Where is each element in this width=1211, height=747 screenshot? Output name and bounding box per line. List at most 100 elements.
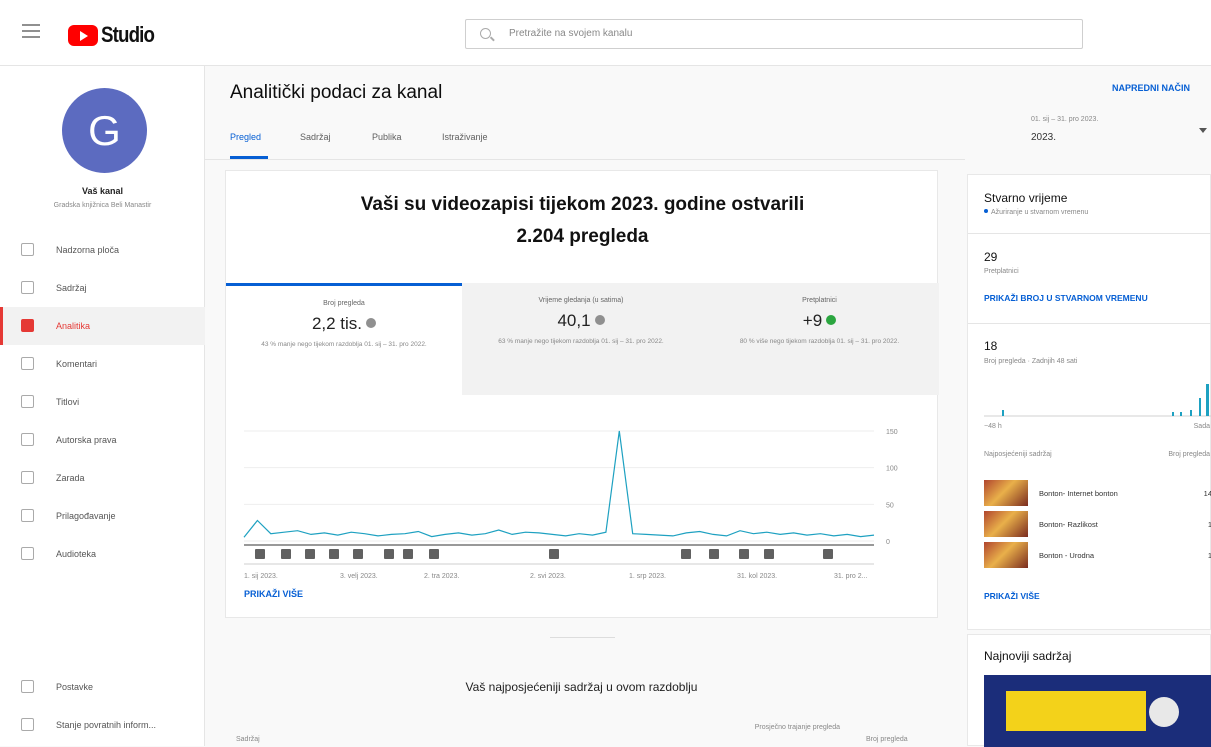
thumbnail-graphic	[1149, 697, 1179, 727]
sidebar-item-label: Stanje povratnih inform...	[56, 720, 157, 730]
metric-label: Pretplatnici	[802, 297, 837, 304]
realtime-card: Stvarno vrijeme Ažuriranje u stvarnom vr…	[967, 174, 1211, 630]
sidebar-item-label: Analitika	[56, 321, 91, 331]
advanced-mode-link[interactable]: NAPREDNI NAČIN	[1112, 83, 1190, 93]
list-item[interactable]: Bonton- Internet bonton 14	[984, 480, 1211, 506]
info-icon[interactable]	[366, 318, 377, 328]
video-title: Bonton- Razlikost	[1039, 520, 1098, 529]
page-title: Analitički podaci za kanal	[230, 82, 443, 103]
overview-headline: Vaši su videozapisi tijekom 2023. godine…	[226, 189, 939, 253]
video-marker-icon	[384, 549, 394, 559]
top-content-label: Najposjećeniji sadržaj	[984, 451, 1052, 458]
video-title: Bonton - Urodna	[1039, 551, 1095, 560]
sidebar-item-comments[interactable]: Komentari	[0, 345, 205, 383]
sidebar-item-label: Titlovi	[56, 397, 80, 407]
x-tick-label: 3. velj 2023.	[340, 573, 378, 580]
sidebar-item-label: Autorska prava	[56, 435, 117, 445]
sidebar-item-monetization[interactable]: Zarada	[0, 459, 205, 497]
sidebar-item-settings[interactable]: Postavke	[0, 668, 205, 706]
video-views: 14	[1203, 489, 1211, 498]
bar	[1199, 398, 1201, 416]
y-tick-label: 50	[886, 502, 894, 509]
views-line-chart[interactable]: 150 100 50 0 1. sij 2023. 3. velj 2023. 2. tra…	[234, 411, 934, 586]
x-tick-label: 2. tra 2023.	[424, 573, 459, 580]
video-marker-icon	[739, 549, 749, 559]
date-range-value[interactable]: 2023.	[1031, 132, 1056, 143]
show-more-link[interactable]: PRIKAŽI VIŠE	[244, 589, 303, 599]
bar	[1206, 384, 1209, 416]
channel-name: Vaš kanal	[81, 186, 124, 196]
video-marker-icon	[681, 549, 691, 559]
metric-tabs: Broj pregleda 2,2 tis. 43 % manje nego t…	[226, 283, 939, 395]
top-bar: Studio Pretražite na svojem kanalu	[0, 0, 1211, 66]
list-item[interactable]: Bonton - Urodna 1	[984, 542, 1211, 568]
sidebar-item-customization[interactable]: Prilagođavanje	[0, 497, 205, 535]
metric-value: +9	[700, 311, 939, 331]
feedback-icon	[21, 718, 34, 731]
list-item[interactable]: Bonton- Razlikost 1	[984, 511, 1211, 537]
divider	[968, 233, 1211, 234]
chevron-down-icon[interactable]	[1199, 128, 1207, 133]
video-marker-icon	[305, 549, 315, 559]
video-marker-icon	[709, 549, 719, 559]
metric-value: 40,1	[462, 311, 700, 331]
x-tick-label: 31. pro 2...	[834, 573, 868, 580]
sidebar-item-label: Audioteka	[56, 549, 97, 559]
thumbnail-graphic	[1006, 691, 1146, 731]
search-input[interactable]: Pretražite na svojem kanalu	[465, 19, 1083, 49]
sidebar-item-content[interactable]: Sadržaj	[0, 269, 205, 307]
settings-icon	[21, 680, 34, 693]
headline-line-1: Vaši su videozapisi tijekom 2023. godine…	[360, 194, 805, 215]
x-tick-label: 1. srp 2023.	[629, 573, 666, 580]
video-marker-icon	[281, 549, 291, 559]
bar	[1002, 410, 1004, 416]
info-icon[interactable]	[594, 315, 605, 325]
column-header-content: Sadržaj	[236, 736, 260, 743]
tab-research[interactable]: Istraživanje	[442, 132, 488, 142]
metric-views[interactable]: Broj pregleda 2,2 tis. 43 % manje nego t…	[226, 283, 462, 395]
metric-watch-time[interactable]: Vrijeme gledanja (u satima) 40,1 63 % ma…	[462, 283, 700, 395]
date-range-label[interactable]: 01. sij – 31. pro 2023.	[1031, 116, 1098, 123]
video-title: Bonton- Internet bonton	[1039, 489, 1118, 498]
y-tick-label: 100	[886, 466, 898, 473]
section-divider	[550, 637, 615, 638]
realtime-subscribers-value: 29	[984, 250, 998, 264]
video-marker-icon	[429, 549, 439, 559]
menu-icon[interactable]	[22, 24, 40, 38]
youtube-studio-logo[interactable]: Studio	[68, 22, 163, 48]
search-icon	[480, 28, 491, 39]
sidebar-item-dashboard[interactable]: Nadzorna ploča	[0, 231, 205, 269]
headline-line-2: 2.204 pregleda	[516, 226, 649, 247]
tab-overview[interactable]: Pregled	[230, 132, 261, 142]
sidebar-item-analytics[interactable]: Analitika	[0, 307, 205, 345]
sidebar-item-feedback[interactable]: Stanje povratnih inform...	[0, 706, 205, 744]
x-tick-label: 2. svi 2023.	[530, 573, 566, 580]
up-arrow-icon[interactable]	[826, 315, 837, 325]
sidebar-item-subtitles[interactable]: Titlovi	[0, 383, 205, 421]
video-thumbnail	[984, 480, 1028, 506]
video-thumbnail	[984, 511, 1028, 537]
sidebar-item-label: Sadržaj	[56, 283, 87, 293]
channel-avatar[interactable]: G	[62, 88, 147, 173]
sidebar-item-copyright[interactable]: Autorska prava	[0, 421, 205, 459]
overview-card: Vaši su videozapisi tijekom 2023. godine…	[225, 170, 939, 618]
sidebar-item-audio-library[interactable]: Audioteka	[0, 535, 205, 573]
sidebar-item-label: Nadzorna ploča	[56, 245, 120, 255]
show-more-link[interactable]: PRIKAŽI VIŠE	[984, 591, 1040, 601]
logo-text: Studio	[101, 22, 155, 47]
realtime-bar-chart[interactable]	[984, 380, 1211, 420]
search-placeholder: Pretražite na svojem kanalu	[509, 28, 633, 39]
realtime-count-link[interactable]: PRIKAŽI BROJ U STVARNOM VREMENU	[984, 293, 1148, 303]
youtube-logo-icon	[68, 24, 98, 46]
sidebar-bottom-nav: Postavke Stanje povratnih inform...	[0, 668, 205, 744]
realtime-views-value: 18	[984, 339, 998, 353]
customization-icon	[21, 509, 34, 522]
metric-subscribers[interactable]: Pretplatnici +9 80 % više nego tijekom r…	[700, 283, 939, 395]
tab-audience[interactable]: Publika	[372, 132, 402, 142]
metric-comparison: 63 % manje nego tijekom razdoblja 01. si…	[498, 338, 664, 345]
y-tick-label: 150	[886, 429, 898, 436]
latest-video-thumbnail[interactable]	[984, 675, 1211, 747]
x-tick-label: 1. sij 2023.	[244, 573, 278, 580]
tab-content[interactable]: Sadržaj	[300, 132, 331, 142]
axis-start-label: −48 h	[984, 423, 1002, 430]
